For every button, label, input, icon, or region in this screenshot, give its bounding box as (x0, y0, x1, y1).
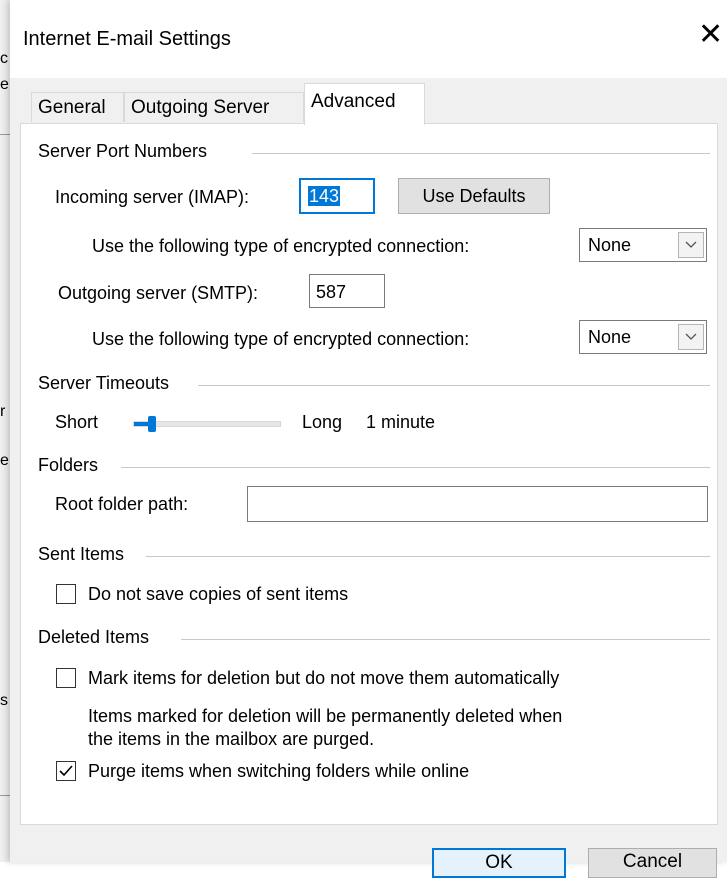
advanced-tab-panel: Server Port Numbers Incoming server (IMA… (20, 123, 718, 825)
group-divider (146, 556, 710, 557)
deletion-note-line-2: the items in the mailbox are purged. (88, 729, 375, 749)
timeout-short-label: Short (55, 412, 99, 432)
background-text-fragment: e (0, 76, 9, 93)
outgoing-encryption-value: None (588, 327, 632, 347)
background-text-fragment: c (0, 50, 8, 67)
root-folder-path-input[interactable] (247, 486, 708, 522)
ok-label: OK (485, 852, 513, 873)
group-label-deleted-items: Deleted Items (38, 627, 150, 647)
mark-for-deletion-label: Mark items for deletion but do not move … (88, 668, 560, 688)
background-text-fragment: e (0, 452, 9, 469)
tab-outgoing-server[interactable]: Outgoing Server (124, 92, 304, 122)
group-divider (252, 153, 710, 154)
incoming-encryption-select[interactable]: None (579, 228, 707, 262)
outgoing-port-value: 587 (316, 282, 347, 302)
deletion-note-line-1: Items marked for deletion will be perman… (88, 706, 563, 726)
slider-thumb[interactable] (148, 416, 156, 432)
tab-advanced[interactable]: Advanced (304, 83, 425, 125)
chevron-down-icon (678, 232, 704, 258)
ok-button[interactable]: OK (432, 848, 566, 878)
tab-label: Outgoing Server (131, 97, 270, 118)
do-not-save-sent-checkbox[interactable] (56, 584, 76, 604)
dialog-title: Internet E-mail Settings (23, 28, 231, 50)
purge-items-label: Purge items when switching folders while… (88, 761, 470, 781)
group-label-folders: Folders (38, 455, 99, 475)
chevron-down-icon (678, 324, 704, 350)
group-divider (198, 385, 710, 386)
root-folder-path-label: Root folder path: (55, 494, 189, 514)
tab-label: Advanced (311, 91, 396, 112)
timeout-slider[interactable] (133, 414, 283, 434)
incoming-port-input[interactable]: 143 (299, 178, 375, 214)
group-label-server-port-numbers: Server Port Numbers (38, 141, 208, 161)
title-bar: Internet E-mail Settings ✕ (10, 0, 727, 78)
outgoing-port-input[interactable]: 587 (309, 274, 385, 308)
do-not-save-sent-label: Do not save copies of sent items (88, 584, 349, 604)
tab-label: General (38, 97, 106, 118)
incoming-encryption-value: None (588, 235, 632, 255)
timeout-long-label: Long (302, 412, 343, 432)
internet-email-settings-dialog: Internet E-mail Settings ✕ General Outgo… (10, 0, 727, 878)
timeout-value-label: 1 minute (366, 412, 436, 432)
group-divider (121, 467, 710, 468)
close-icon[interactable]: ✕ (698, 20, 723, 50)
slider-fill (134, 422, 149, 426)
background-text-fragment: r (0, 403, 6, 420)
incoming-encryption-label: Use the following type of encrypted conn… (92, 236, 470, 256)
cancel-button[interactable]: Cancel (588, 848, 717, 878)
use-defaults-button[interactable]: Use Defaults (398, 178, 550, 214)
incoming-server-label: Incoming server (IMAP): (55, 187, 250, 207)
tab-general[interactable]: General (31, 92, 124, 122)
checkmark-icon (59, 765, 73, 777)
purge-items-checkbox[interactable] (56, 761, 76, 781)
outgoing-server-label: Outgoing server (SMTP): (58, 283, 259, 303)
group-label-server-timeouts: Server Timeouts (38, 373, 170, 393)
group-label-sent-items: Sent Items (38, 544, 125, 564)
mark-for-deletion-checkbox[interactable] (56, 668, 76, 688)
incoming-port-value: 143 (308, 186, 341, 206)
background-text-fragment: s (0, 692, 8, 709)
group-divider (181, 639, 710, 640)
outgoing-encryption-select[interactable]: None (579, 320, 707, 354)
outgoing-encryption-label: Use the following type of encrypted conn… (92, 329, 470, 349)
use-defaults-label: Use Defaults (422, 186, 526, 206)
